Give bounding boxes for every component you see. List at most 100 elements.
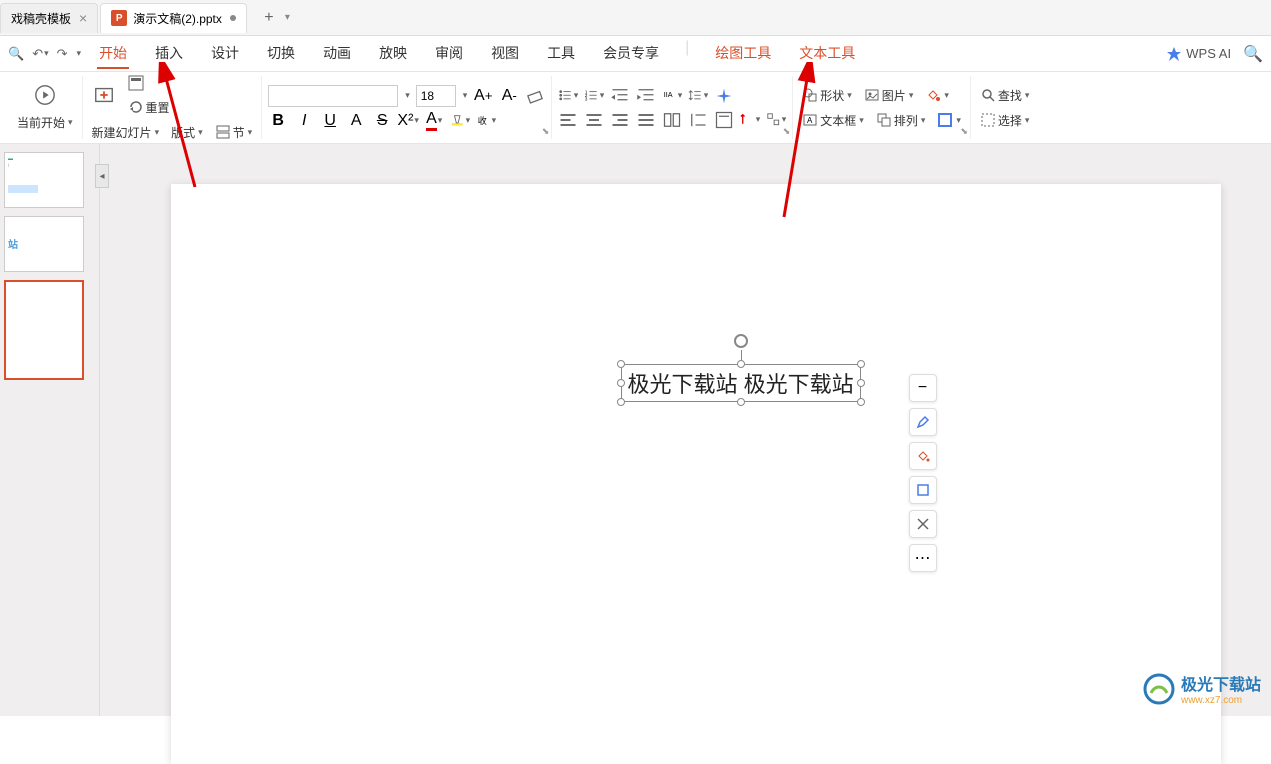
float-more-button[interactable]: ⋯: [909, 544, 937, 572]
arrange-button[interactable]: 排列▾: [873, 110, 929, 131]
vert-align-button[interactable]: [714, 110, 734, 130]
resize-handle-tc[interactable]: [737, 360, 745, 368]
search-button[interactable]: 🔍: [1243, 44, 1263, 64]
tab-text-tools[interactable]: 文本工具: [797, 39, 857, 69]
columns-button[interactable]: [662, 110, 682, 130]
tab-transition[interactable]: 切换: [265, 39, 297, 69]
new-tab-dropdown[interactable]: ▾: [285, 12, 290, 23]
align-left-button[interactable]: [558, 110, 578, 130]
paragraph-dialog-launcher[interactable]: ⬊: [783, 126, 791, 137]
shape-button[interactable]: 形状▾: [799, 85, 855, 106]
slide-canvas[interactable]: 极光下载站 极光下载站 − ⋯: [171, 184, 1221, 764]
align-right-icon: [610, 110, 630, 130]
tab-review[interactable]: 审阅: [433, 39, 465, 69]
layout-label[interactable]: 版式▾: [168, 122, 206, 143]
undo-button[interactable]: ↶▾: [32, 46, 48, 62]
find-button[interactable]: 查找▾: [977, 85, 1033, 106]
numbering-button[interactable]: 123▾: [584, 86, 604, 106]
selected-textbox[interactable]: 极光下载站 极光下载站: [621, 364, 861, 402]
reset-button[interactable]: 重置: [125, 97, 173, 118]
fill-icon: [925, 87, 941, 103]
superscript-button[interactable]: X²▾: [398, 111, 418, 131]
new-slide-label[interactable]: 新建幻灯片▾: [89, 122, 163, 143]
layout-icon: [128, 75, 144, 91]
tab-animation[interactable]: 动画: [321, 39, 353, 69]
resize-handle-bl[interactable]: [617, 398, 625, 406]
wps-ai-button[interactable]: WPS AI: [1166, 46, 1231, 62]
float-effect-button[interactable]: [909, 476, 937, 504]
slide-thumb-3[interactable]: [4, 280, 84, 380]
text-direction-button[interactable]: IIA▾: [662, 86, 682, 106]
select-button[interactable]: 选择▾: [977, 110, 1033, 131]
float-fill-button[interactable]: [909, 442, 937, 470]
resize-handle-tr[interactable]: [857, 360, 865, 368]
close-tab-icon[interactable]: ×: [79, 10, 87, 26]
textbox-button[interactable]: A文本框▾: [799, 110, 867, 131]
redo-button[interactable]: ↷: [57, 46, 68, 62]
strike-button[interactable]: S: [372, 111, 392, 131]
slide-thumb-1[interactable]: ▬ |: [4, 152, 84, 208]
brush-icon: [915, 414, 931, 430]
tab-drawing-tools[interactable]: 绘图工具: [713, 39, 773, 69]
tab-insert[interactable]: 插入: [153, 39, 185, 69]
clear-format-button[interactable]: [525, 86, 545, 106]
tab-slideshow[interactable]: 放映: [377, 39, 409, 69]
resize-handle-bc[interactable]: [737, 398, 745, 406]
linespace-icon: [688, 88, 702, 102]
underline-button[interactable]: U: [320, 111, 340, 131]
ai-text-button[interactable]: [714, 86, 734, 106]
new-slide-button[interactable]: [89, 82, 119, 108]
font-dropdown-icon[interactable]: ▾: [405, 90, 410, 101]
line-spacing-button[interactable]: ▾: [688, 86, 708, 106]
highlight-button[interactable]: ▾: [450, 111, 470, 131]
resize-handle-mr[interactable]: [857, 379, 865, 387]
decrease-indent-button[interactable]: [610, 86, 630, 106]
play-from-current-button[interactable]: [14, 82, 76, 108]
rotate-handle[interactable]: [734, 334, 748, 348]
shrink-font-button[interactable]: A-: [499, 86, 519, 106]
current-start-label[interactable]: 当前开始▾: [14, 112, 76, 133]
bold-button[interactable]: B: [268, 111, 288, 131]
float-style-button[interactable]: [909, 408, 937, 436]
picture-button[interactable]: 图片▾: [861, 85, 917, 106]
search-icon[interactable]: 🔍: [8, 46, 24, 62]
fontsize-dropdown-icon[interactable]: ▾: [463, 90, 468, 101]
para-spacing-button[interactable]: [688, 110, 708, 130]
font-color-button[interactable]: A▾: [424, 111, 444, 131]
text-align-button[interactable]: ▾: [740, 110, 760, 130]
resize-handle-tl[interactable]: [617, 360, 625, 368]
tab-design[interactable]: 设计: [209, 39, 241, 69]
float-tools-button[interactable]: [909, 510, 937, 538]
float-collapse-button[interactable]: −: [909, 374, 937, 402]
resize-handle-br[interactable]: [857, 398, 865, 406]
section-button[interactable]: 节▾: [212, 122, 256, 143]
align-right-button[interactable]: [610, 110, 630, 130]
collapse-panel-button[interactable]: ◂: [95, 164, 109, 188]
increase-indent-button[interactable]: [636, 86, 656, 106]
resize-handle-ml[interactable]: [617, 379, 625, 387]
document-tab-2[interactable]: P 演示文稿(2).pptx: [100, 3, 247, 33]
drawing-dialog-launcher[interactable]: ⬊: [960, 126, 968, 137]
grow-font-button[interactable]: A+: [473, 86, 493, 106]
tab-tools[interactable]: 工具: [545, 39, 577, 69]
tab-member[interactable]: 会员专享: [601, 39, 661, 69]
italic-button[interactable]: I: [294, 111, 314, 131]
font-dialog-launcher[interactable]: ⬊: [542, 126, 550, 137]
new-tab-button[interactable]: +: [257, 6, 281, 30]
align-justify-button[interactable]: [636, 110, 656, 130]
document-tab-1[interactable]: 戏稿壳模板 ×: [0, 3, 98, 33]
align-center-button[interactable]: [584, 110, 604, 130]
bullets-button[interactable]: ▾: [558, 86, 578, 106]
font-size-input[interactable]: [416, 85, 456, 107]
slide-thumb-2[interactable]: 站: [4, 216, 84, 272]
font-family-select[interactable]: [268, 85, 398, 107]
tab-view[interactable]: 视图: [489, 39, 521, 69]
char-spacing-button[interactable]: 收▾: [476, 111, 496, 131]
layout-button[interactable]: [125, 73, 173, 93]
tab-start[interactable]: 开始: [97, 39, 129, 69]
strikethrough-button[interactable]: A: [346, 111, 366, 131]
textbox-text[interactable]: 极光下载站 极光下载站: [628, 372, 854, 397]
qat-dropdown[interactable]: ▾: [76, 48, 82, 59]
fill-button[interactable]: ▾: [922, 85, 952, 105]
align-justify-icon: [636, 110, 656, 130]
